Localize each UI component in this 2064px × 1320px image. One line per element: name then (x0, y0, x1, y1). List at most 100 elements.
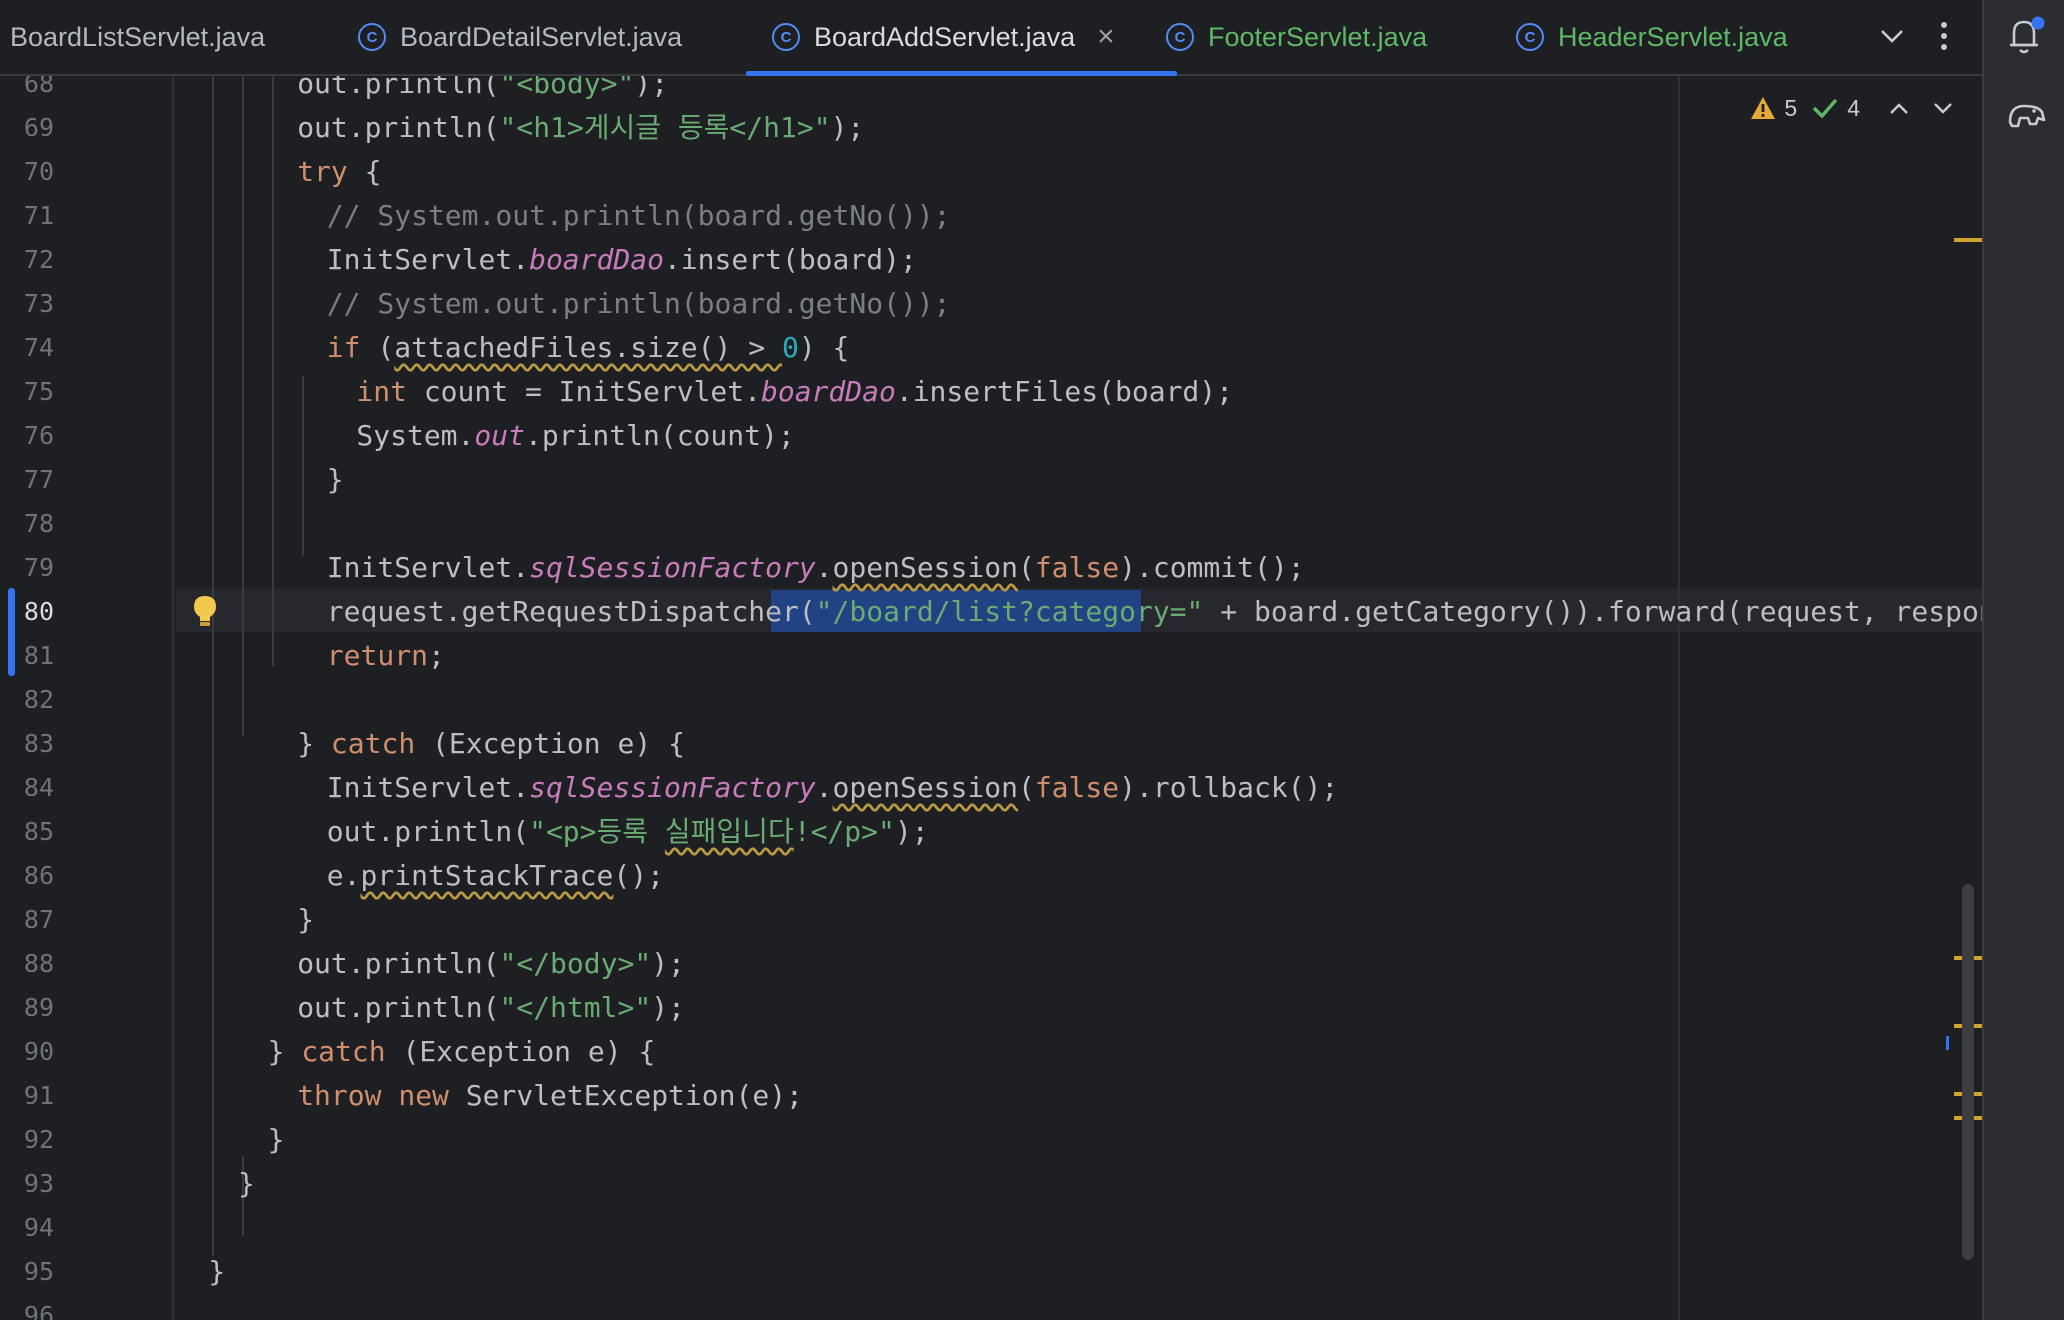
line-number[interactable]: 70 (0, 150, 54, 194)
line-number[interactable]: 92 (0, 1118, 54, 1162)
code-token: // System.out.println(board.getNo()); (326, 287, 951, 320)
code-line[interactable]: out.println("</html>"); (297, 986, 685, 1030)
tab-board-detail-servlet[interactable]: C BoardDetailServlet.java (358, 0, 682, 74)
code-token: sqlSessionFactory (529, 771, 816, 804)
code-token: "/board/list?category=" (815, 595, 1204, 628)
inspection-widget[interactable]: 5 4 (1750, 88, 1954, 128)
line-number[interactable]: 71 (0, 194, 54, 238)
code-token: throw new (297, 1079, 449, 1112)
tab-label: BoardListServlet.java (10, 21, 266, 52)
code-token: .println(count); (524, 419, 795, 452)
code-line[interactable]: } catch (Exception e) { (297, 722, 685, 766)
line-number[interactable]: 88 (0, 942, 54, 986)
code-token: openSession (832, 551, 1018, 584)
code-line[interactable]: request.getRequestDispatcher("/board/lis… (327, 590, 1982, 634)
code-token: + board.getCategory()).forward(request, … (1203, 595, 1982, 628)
code-line[interactable]: } (208, 1250, 225, 1294)
code-line[interactable]: return; (327, 634, 445, 678)
code-line[interactable]: out.println("</body>"); (297, 942, 685, 986)
line-number[interactable]: 82 (0, 678, 54, 722)
chevron-up-icon[interactable] (1888, 101, 1910, 115)
line-number[interactable]: 86 (0, 854, 54, 898)
indent-guide (242, 76, 244, 736)
line-number[interactable]: 81 (0, 634, 54, 678)
code-token: attachedFiles.size() > (394, 331, 782, 364)
tab-footer-servlet[interactable]: C FooterServlet.java (1166, 0, 1427, 74)
code-line[interactable]: InitServlet.sqlSessionFactory.openSessio… (327, 766, 1338, 810)
database-tool-button[interactable] (2004, 94, 2048, 138)
tab-header-servlet[interactable]: C HeaderServlet.java (1516, 0, 1788, 74)
code-line[interactable]: throw new ServletException(e); (297, 1074, 803, 1118)
intention-bulb-button[interactable] (192, 594, 218, 632)
tab-list-dropdown-button[interactable] (1872, 16, 1912, 56)
code-token: (); (613, 859, 664, 892)
code-line[interactable]: InitServlet.sqlSessionFactory.openSessio… (327, 546, 1305, 590)
code-line[interactable]: e.printStackTrace(); (327, 854, 664, 898)
line-number[interactable]: 91 (0, 1074, 54, 1118)
code-token: ).commit(); (1119, 551, 1305, 584)
tab-more-options-button[interactable] (1924, 16, 1964, 56)
indent-guide (212, 76, 214, 1256)
code-token: ).rollback(); (1119, 771, 1339, 804)
line-number[interactable]: 89 (0, 986, 54, 1030)
tab-board-list-servlet[interactable]: BoardListServlet.java (10, 0, 265, 74)
warning-stripe-marker[interactable] (1954, 238, 1982, 242)
line-number[interactable]: 74 (0, 326, 54, 370)
code-line[interactable]: int count = InitServlet.boardDao.insertF… (356, 370, 1233, 414)
code-line[interactable]: if (attachedFiles.size() > 0) { (327, 326, 850, 370)
line-number[interactable]: 75 (0, 370, 54, 414)
code-token: catch (301, 1035, 386, 1068)
line-number[interactable]: 85 (0, 810, 54, 854)
code-line[interactable]: out.println("<p>등록 실패입니다!</p>"); (327, 810, 929, 854)
right-tool-strip (1982, 0, 2064, 1320)
code-line[interactable]: out.println("<body>"); (297, 76, 668, 106)
line-number[interactable]: 93 (0, 1162, 54, 1206)
code-line[interactable]: } catch (Exception e) { (268, 1030, 656, 1074)
tab-board-add-servlet[interactable]: C BoardAddServlet.java × (746, 0, 1177, 76)
class-icon: C (358, 23, 386, 51)
line-number[interactable]: 77 (0, 458, 54, 502)
line-number[interactable]: 69 (0, 106, 54, 150)
code-token: ( (1017, 551, 1035, 584)
line-number[interactable]: 73 (0, 282, 54, 326)
code-line[interactable]: } (327, 458, 344, 502)
code-line[interactable]: // System.out.println(board.getNo()); (327, 282, 951, 326)
code-line[interactable]: // System.out.println(board.getNo()); (327, 194, 951, 238)
code-token: !</p>" (793, 815, 895, 848)
code-token: out.println( (297, 111, 500, 144)
line-number[interactable]: 84 (0, 766, 54, 810)
code-line[interactable]: try { (297, 150, 381, 194)
line-number[interactable]: 94 (0, 1206, 54, 1250)
line-number[interactable]: 79 (0, 546, 54, 590)
caret-position-marker (1946, 1036, 1949, 1050)
code-editor[interactable]: 68 69 70 71 72 73 74 75 76 77 78 79 80 81 82 83 84 85 86 87… (0, 76, 1982, 1320)
line-number[interactable]: 76 (0, 414, 54, 458)
code-token: catch (330, 727, 416, 760)
vertical-scrollbar-thumb[interactable] (1962, 884, 1974, 1260)
code-token: ); (651, 947, 685, 980)
notifications-button[interactable] (2004, 14, 2048, 58)
code-line[interactable]: System.out.println(count); (356, 414, 794, 458)
code-line[interactable]: InitServlet.boardDao.insert(board); (327, 238, 917, 282)
line-number[interactable]: 72 (0, 238, 54, 282)
line-number-gutter[interactable]: 68 69 70 71 72 73 74 75 76 77 78 79 80 81 82 83 84 85 86 87… (0, 76, 172, 1320)
code-line[interactable]: out.println("<h1>게시글 등록</h1>"); (297, 106, 864, 150)
line-number[interactable]: 80 (0, 590, 54, 634)
code-line[interactable]: } (297, 898, 314, 942)
line-number[interactable]: 90 (0, 1030, 54, 1074)
code-token: ( (360, 331, 395, 364)
line-number[interactable]: 95 (0, 1250, 54, 1294)
code-line[interactable]: } (238, 1162, 255, 1206)
code-line[interactable]: } (268, 1118, 285, 1162)
close-tab-icon[interactable]: × (1097, 20, 1115, 54)
line-number[interactable]: 78 (0, 502, 54, 546)
code-token: } (297, 727, 331, 760)
code-token: sqlSessionFactory (529, 551, 816, 584)
code-token: .insertFiles(board); (895, 375, 1233, 408)
line-number[interactable]: 96 (0, 1294, 54, 1320)
line-number[interactable]: 87 (0, 898, 54, 942)
line-number[interactable]: 68 (0, 76, 54, 106)
code-token: e. (326, 859, 361, 892)
line-number[interactable]: 83 (0, 722, 54, 766)
chevron-down-icon[interactable] (1932, 101, 1954, 115)
